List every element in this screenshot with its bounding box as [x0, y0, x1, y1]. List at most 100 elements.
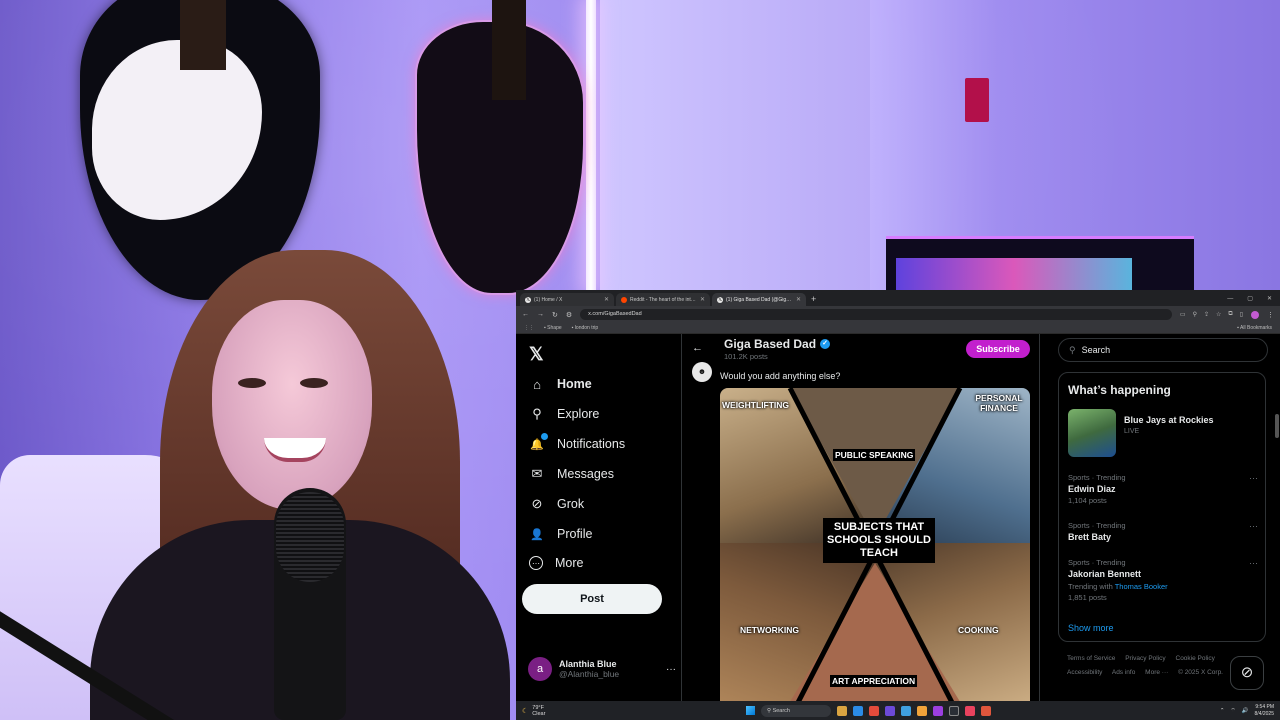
section-title: What’s happening — [1068, 383, 1171, 397]
zoom-icon[interactable]: ⚲ — [1193, 311, 1197, 318]
weather-widget[interactable]: ☾ 79°F Clear — [516, 705, 746, 717]
address-bar[interactable]: x.com/GigaBasedDad — [580, 309, 1172, 320]
windows-taskbar: ☾ 79°F Clear ⚲ Search ⌃ ⌔ 🔊 9:54 PM 8/4/… — [516, 701, 1280, 720]
forward-icon[interactable]: → — [537, 311, 544, 318]
extensions-icon[interactable]: ⧉ — [1228, 311, 1232, 318]
footer-link[interactable]: Ads info — [1112, 669, 1136, 676]
new-tab-button[interactable]: + — [811, 293, 816, 306]
panel-public-speaking — [790, 388, 960, 538]
back-arrow-icon[interactable]: ← — [692, 342, 703, 354]
tab-title: Reddit - The heart of the internet — [630, 296, 697, 303]
all-bookmarks[interactable]: ▪ All Bookmarks — [1237, 325, 1272, 331]
grok-floating-button[interactable]: ⊘ — [1230, 656, 1264, 690]
nav-item-notifications[interactable]: 🔔 Notifications — [529, 433, 625, 452]
close-icon[interactable]: ✕ — [796, 296, 801, 303]
main-timeline: ☻ Would you add anything else? WEIGHTLIF… — [682, 334, 1040, 720]
envelope-icon: ✉ — [531, 466, 543, 481]
close-window-icon[interactable]: ✕ — [1267, 293, 1272, 306]
nav-item-more[interactable]: ⋯ More — [529, 556, 583, 570]
network-icon[interactable]: ⌔ — [1231, 707, 1236, 714]
sidebar-nav: 𝕏 ⌂ Home ⚲ Explore 🔔 Notifications ✉ Mes… — [516, 334, 682, 720]
taskbar-search[interactable]: ⚲ Search — [761, 704, 831, 717]
show-more-link[interactable]: Show more — [1068, 623, 1114, 633]
close-icon[interactable]: ✕ — [604, 296, 609, 303]
profile-header: ← Giga Based Dad ✓ 101.2K posts Subscrib… — [682, 334, 1039, 362]
browser-tab-reddit[interactable]: Reddit - The heart of the internet ✕ — [616, 293, 710, 306]
reload-icon[interactable]: ↻ — [552, 311, 558, 319]
x-logo-icon[interactable]: 𝕏 — [529, 344, 544, 365]
search-input[interactable] — [1081, 345, 1252, 355]
cast-icon[interactable]: ▭ — [1180, 311, 1186, 318]
more-icon[interactable]: ··· — [1249, 473, 1258, 483]
footer-link[interactable]: Accessibility — [1067, 669, 1102, 676]
app-icon[interactable] — [901, 705, 911, 716]
app-icon[interactable] — [933, 705, 943, 716]
panel-art-appreciation — [780, 563, 970, 718]
footer-link[interactable]: Terms of Service — [1067, 655, 1115, 662]
tweet-image[interactable]: WEIGHTLIFTING PUBLIC SPEAKING PERSONAL F… — [720, 388, 1030, 718]
chrome-icon[interactable] — [869, 705, 879, 716]
search-box[interactable]: ⚲ — [1058, 338, 1268, 362]
tweet-author-avatar[interactable]: ☻ — [692, 362, 712, 382]
image-label: WEIGHTLIFTING — [722, 400, 790, 410]
minimize-icon[interactable]: — — [1227, 293, 1233, 306]
tab-title: (1) Home / X — [534, 296, 563, 303]
nav-item-explore[interactable]: ⚲ Explore — [529, 406, 599, 422]
share-icon[interactable]: ⇪ — [1204, 311, 1209, 318]
trend-item[interactable]: Sports · Trending Edwin Diaz 1,104 posts… — [1068, 473, 1258, 505]
site-info-icon[interactable]: ⚙ — [566, 311, 572, 319]
live-event[interactable]: Blue Jays at Rockies LIVE — [1068, 409, 1258, 459]
search-icon: ⚲ — [1069, 344, 1076, 355]
bookmark-star-icon[interactable]: ☆ — [1216, 311, 1221, 318]
sidebar-icon[interactable]: ▯ — [1240, 311, 1243, 318]
nav-label: Messages — [557, 467, 614, 481]
apps-icon[interactable]: ⋮⋮ — [524, 325, 534, 331]
browser-tab-giga-based-dad[interactable]: 𝕏 (1) Giga Based Dad (@GigaBasedDad) / X… — [712, 293, 806, 306]
file-explorer-icon[interactable] — [837, 705, 847, 716]
more-icon[interactable]: ··· — [666, 664, 676, 675]
bookmark-folder[interactable]: ▪ london trip — [572, 325, 599, 331]
account-handle: @Alanthia_blue — [559, 669, 620, 679]
post-button[interactable]: Post — [522, 584, 662, 614]
taskbar-apps: ⚲ Search — [746, 704, 991, 717]
trend-name: Jakorian Bennett — [1068, 569, 1142, 579]
footer-link[interactable]: Cookie Policy — [1176, 655, 1215, 662]
chevron-up-icon[interactable]: ⌃ — [1220, 708, 1225, 714]
app-icon[interactable] — [885, 705, 895, 716]
nav-label: More — [555, 556, 584, 570]
bookmark-folder[interactable]: ▪ Shape — [544, 325, 562, 331]
kebab-menu-icon[interactable]: ⋮ — [1267, 311, 1274, 319]
steam-icon[interactable] — [949, 705, 959, 716]
nav-item-home[interactable]: ⌂ Home — [529, 376, 592, 392]
subscribe-button[interactable]: Subscribe — [966, 340, 1030, 358]
more-icon[interactable]: ··· — [1249, 558, 1258, 568]
trend-item[interactable]: Sports · Trending Jakorian Bennett Trend… — [1068, 558, 1258, 602]
close-icon[interactable]: ✕ — [700, 296, 705, 303]
back-icon[interactable]: ← — [522, 311, 529, 318]
nav-item-profile[interactable]: 👤 Profile — [529, 526, 592, 542]
profile-avatar[interactable] — [1251, 310, 1259, 319]
chrome-icon[interactable] — [981, 705, 991, 716]
folder-icon[interactable] — [917, 705, 927, 716]
trend-with-link[interactable]: Thomas Booker — [1115, 582, 1168, 591]
volume-icon[interactable]: 🔊 — [1242, 708, 1249, 714]
app-icon[interactable] — [965, 705, 975, 716]
account-switcher[interactable]: a Alanthia Blue @Alanthia_blue ··· — [528, 654, 676, 684]
trend-name: Edwin Diaz — [1068, 484, 1116, 494]
nav-item-messages[interactable]: ✉ Messages — [529, 466, 614, 482]
scrollbar[interactable] — [1275, 414, 1279, 438]
edge-icon[interactable] — [853, 705, 863, 716]
footer-link[interactable]: Privacy Policy — [1125, 655, 1165, 662]
footer-link[interactable]: More ··· — [1145, 669, 1168, 676]
clock[interactable]: 9:54 PM 8/4/2025 — [1255, 704, 1274, 718]
browser-tab-home[interactable]: 𝕏 (1) Home / X ✕ — [520, 293, 614, 306]
image-label: ART APPRECIATION — [830, 675, 918, 687]
live-badge: LIVE — [1124, 428, 1140, 435]
windows-start-icon[interactable] — [746, 706, 755, 715]
nav-item-grok[interactable]: ⊘ Grok — [529, 496, 585, 512]
trend-item[interactable]: Sports · Trending Brett Baty ··· — [1068, 521, 1258, 542]
more-icon[interactable]: ··· — [1249, 521, 1258, 531]
maximize-icon[interactable]: ▢ — [1247, 293, 1253, 306]
nav-label: Profile — [557, 527, 593, 541]
right-sidebar: ⚲ What’s happening Blue Jays at Rockies … — [1048, 334, 1280, 720]
